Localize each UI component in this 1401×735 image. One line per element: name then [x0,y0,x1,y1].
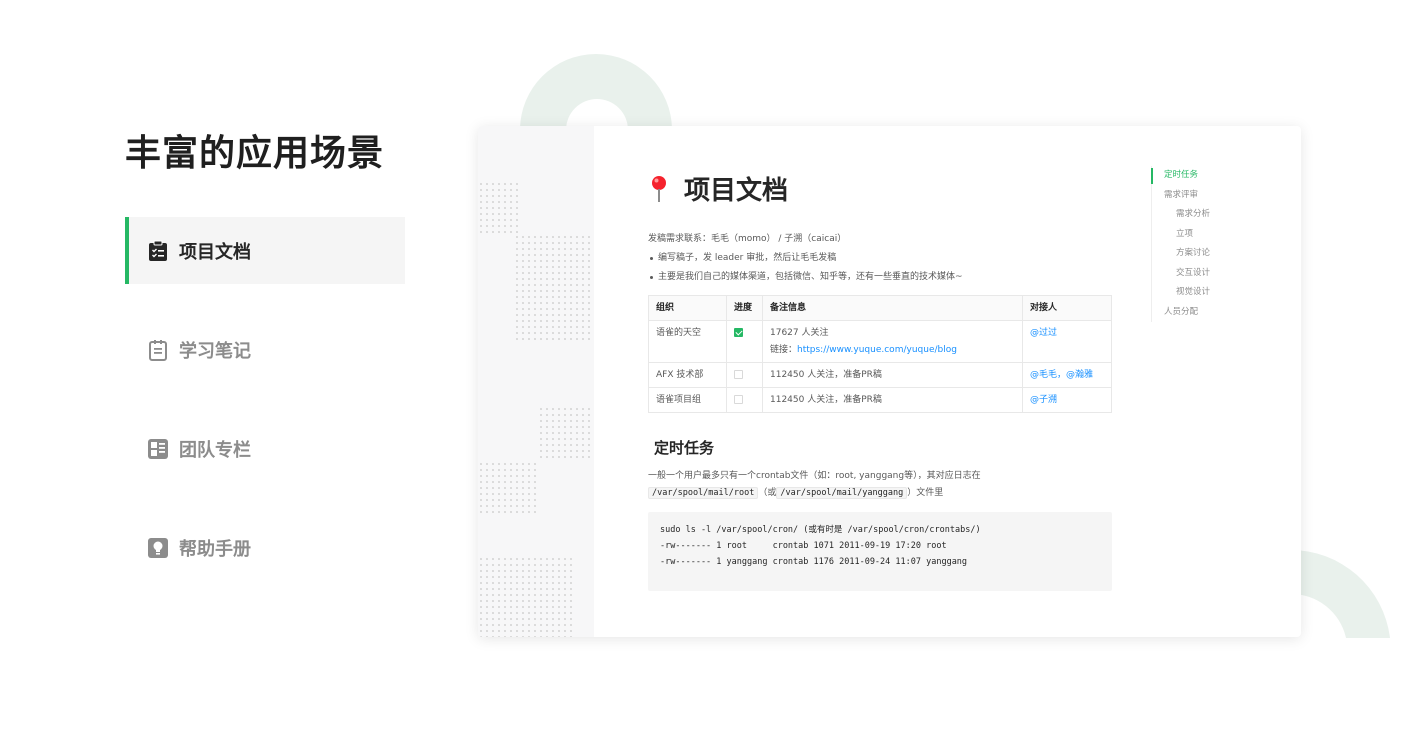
contact-cell: @过过 [1022,320,1112,363]
table-row: AFX 技术部 112450 人关注，准备PR稿 @毛毛，@瀚雅 [648,362,1112,388]
dot-pattern [538,406,594,461]
pin-icon [652,175,666,202]
contact-cell: @毛毛，@瀚雅 [1022,362,1112,388]
notebook-icon [147,339,169,361]
table-row: 语雀的天空 17627 人关注 链接：https://www.yuque.com… [648,320,1112,363]
menu-item-label: 团队专栏 [179,439,251,461]
note-link-prefix: 链接： [770,345,798,355]
dot-pattern [478,181,518,236]
code-line: sudo ls -l /var/spool/cron/ (或有时是 /var/s… [660,525,981,535]
dot-pattern [478,461,540,513]
menu-item-label: 项目文档 [179,241,251,263]
list-item: 编写稿子，发 leader 审批，然后让毛毛发稿 [648,249,963,268]
decorative-arc-top [520,54,672,130]
paragraph-text: （或 [758,488,777,498]
toc-item[interactable]: 立项 [1152,225,1210,245]
mention-link[interactable]: @毛毛，@瀚雅 [1030,370,1093,380]
org-cell: 语雀项目组 [648,387,727,413]
org-cell: 语雀的天空 [648,320,727,363]
table-header-row: 组织 进度 备注信息 对接人 [648,295,1112,321]
note-cell: 112450 人关注，准备PR稿 [762,362,1023,388]
inline-code: /var/spool/mail/root [648,487,759,499]
menu-item-project-docs[interactable]: 项目文档 [125,217,405,284]
column-header: 对接人 [1022,295,1112,321]
mention-link[interactable]: @子溯 [1030,395,1057,405]
lightbulb-icon [147,537,169,559]
toc-item[interactable]: 交互设计 [1152,264,1210,284]
paragraph-line: 一般一个用户最多只有一个crontab文件（如：root, yanggang等）… [648,471,981,481]
paragraph-line: /var/spool/mail/root （或/var/spool/mail/ya… [648,485,981,502]
clipboard-list-icon [147,240,169,262]
document-sidebar [478,126,594,637]
document-preview-card: 项目文档 发稿需求联系：毛毛（momo） / 子溯（caicai） 编写稿子，发… [478,126,1301,637]
menu-item-label: 帮助手册 [179,538,251,560]
dot-pattern [478,556,573,637]
column-header: 备注信息 [762,295,1023,321]
note-text: 17627 人关注 [770,328,829,338]
progress-cell [726,320,763,363]
document-intro: 发稿需求联系：毛毛（momo） / 子溯（caicai） 编写稿子，发 lead… [648,230,963,287]
checkbox-unchecked[interactable] [734,370,743,379]
checkbox-unchecked[interactable] [734,395,743,404]
paragraph-text: ）文件里 [907,488,944,498]
org-cell: AFX 技术部 [648,362,727,388]
menu-item-help-manual[interactable]: 帮助手册 [125,514,405,581]
section-heading: 定时任务 [654,439,715,457]
note-cell: 112450 人关注，准备PR稿 [762,387,1023,413]
layout-grid-icon [147,438,169,460]
progress-table: 组织 进度 备注信息 对接人 语雀的天空 17627 人关注 链接：https:… [648,295,1112,413]
note-cell: 17627 人关注 链接：https://www.yuque.com/yuque… [762,320,1023,363]
toc-item[interactable]: 需求评审 [1152,186,1210,206]
dot-pattern [514,234,594,344]
list-item: 主要是我们自己的媒体渠道，包括微信、知乎等，还有一些垂直的技术媒体~ [648,268,963,287]
table-row: 语雀项目组 112450 人关注，准备PR稿 @子溯 [648,387,1112,413]
progress-cell [726,362,763,388]
decorative-arc-right [1290,549,1390,638]
table-of-contents: 定时任务 需求评审 需求分析 立项 方案讨论 交互设计 视觉设计 人员分配 [1150,166,1210,323]
toc-item[interactable]: 需求分析 [1152,205,1210,225]
menu-item-team-column[interactable]: 团队专栏 [125,415,405,482]
progress-cell [726,387,763,413]
document-title-text: 项目文档 [684,176,789,206]
menu-item-label: 学习笔记 [179,340,251,362]
code-line: -rw------- 1 yanggang crontab 1176 2011-… [660,557,968,567]
code-block: sudo ls -l /var/spool/cron/ (或有时是 /var/s… [648,512,1112,591]
inline-code: /var/spool/mail/yanggang [776,487,908,499]
column-header: 进度 [726,295,763,321]
document-title: 项目文档 [648,170,788,207]
toc-item[interactable]: 视觉设计 [1152,283,1210,303]
toc-item[interactable]: 方案讨论 [1152,244,1210,264]
menu-item-study-notes[interactable]: 学习笔记 [125,316,405,383]
mention-link[interactable]: @过过 [1030,328,1057,338]
toc-item[interactable]: 人员分配 [1152,303,1210,323]
page-headline: 丰富的应用场景 [125,133,385,174]
contact-cell: @子溯 [1022,387,1112,413]
checkbox-checked[interactable] [734,328,743,337]
blog-link[interactable]: https://www.yuque.com/yuque/blog [797,345,957,355]
column-header: 组织 [648,295,727,321]
code-line: -rw------- 1 root crontab 1071 2011-09-1… [660,541,947,551]
toc-item[interactable]: 定时任务 [1150,166,1210,186]
scenario-menu: 项目文档 学习笔记 团队专栏 帮助手册 [125,217,405,613]
intro-contact: 发稿需求联系：毛毛（momo） / 子溯（caicai） [648,234,847,244]
section-paragraph: 一般一个用户最多只有一个crontab文件（如：root, yanggang等）… [648,468,981,502]
